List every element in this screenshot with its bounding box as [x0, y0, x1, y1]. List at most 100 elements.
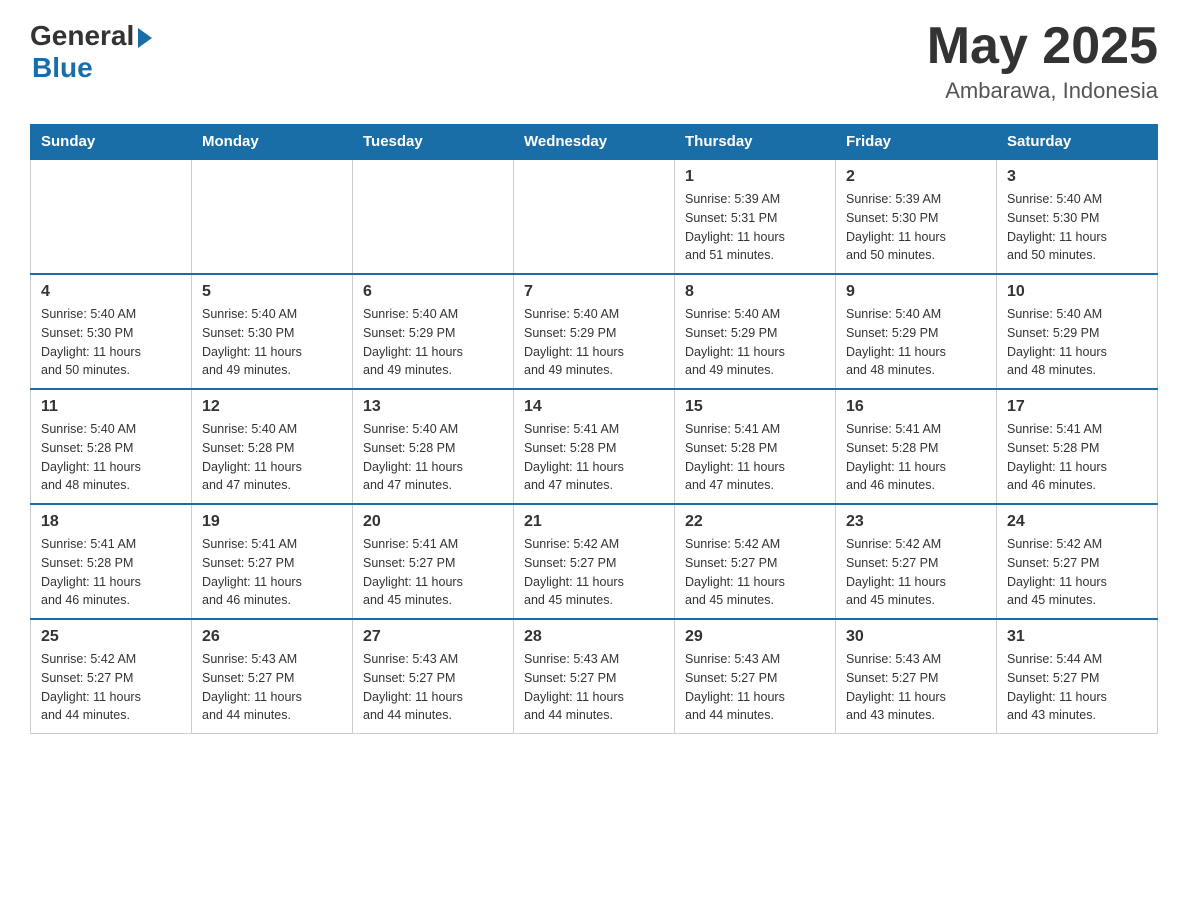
day-info: Sunrise: 5:44 AMSunset: 5:27 PMDaylight:…: [1007, 650, 1147, 725]
day-info: Sunrise: 5:43 AMSunset: 5:27 PMDaylight:…: [363, 650, 503, 725]
day-info: Sunrise: 5:43 AMSunset: 5:27 PMDaylight:…: [685, 650, 825, 725]
day-number: 9: [846, 283, 986, 301]
calendar-cell: 12 Sunrise: 5:40 AMSunset: 5:28 PMDayligh…: [192, 389, 353, 504]
column-header-friday: Friday: [836, 125, 997, 160]
column-header-tuesday: Tuesday: [353, 125, 514, 160]
day-number: 21: [524, 513, 664, 531]
day-number: 15: [685, 398, 825, 416]
week-row-3: 11 Sunrise: 5:40 AMSunset: 5:28 PMDayligh…: [31, 389, 1158, 504]
calendar-cell: 18Sunrise: 5:41 AMSunset: 5:28 PMDayligh…: [31, 504, 192, 619]
day-number: 23: [846, 513, 986, 531]
calendar-cell: 4 Sunrise: 5:40 AMSunset: 5:30 PMDaylight…: [31, 274, 192, 389]
day-number: 24: [1007, 513, 1147, 531]
day-info: Sunrise: 5:41 AMSunset: 5:28 PMDaylight:…: [41, 535, 181, 610]
calendar-cell: [353, 159, 514, 274]
calendar-cell: 11 Sunrise: 5:40 AMSunset: 5:28 PMDayligh…: [31, 389, 192, 504]
day-number: 8: [685, 283, 825, 301]
day-number: 2: [846, 168, 986, 186]
day-number: 25: [41, 628, 181, 646]
week-row-1: 1Sunrise: 5:39 AMSunset: 5:31 PMDaylight…: [31, 159, 1158, 274]
calendar-cell: 14 Sunrise: 5:41 AMSunset: 5:28 PMDayligh…: [514, 389, 675, 504]
day-info: Sunrise: 5:42 AMSunset: 5:27 PMDaylight:…: [524, 535, 664, 610]
calendar-cell: 19 Sunrise: 5:41 AMSunset: 5:27 PMDayligh…: [192, 504, 353, 619]
calendar-cell: 27Sunrise: 5:43 AMSunset: 5:27 PMDayligh…: [353, 619, 514, 734]
calendar-cell: [31, 159, 192, 274]
week-row-4: 18Sunrise: 5:41 AMSunset: 5:28 PMDayligh…: [31, 504, 1158, 619]
week-row-2: 4 Sunrise: 5:40 AMSunset: 5:30 PMDaylight…: [31, 274, 1158, 389]
day-number: 22: [685, 513, 825, 531]
calendar-cell: 22Sunrise: 5:42 AMSunset: 5:27 PMDayligh…: [675, 504, 836, 619]
day-info: Sunrise: 5:41 AMSunset: 5:27 PMDaylight:…: [363, 535, 503, 610]
day-info: Sunrise: 5:42 AMSunset: 5:27 PMDaylight:…: [41, 650, 181, 725]
calendar-cell: [192, 159, 353, 274]
day-number: 29: [685, 628, 825, 646]
month-title: May 2025: [927, 20, 1158, 72]
calendar-cell: 13 Sunrise: 5:40 AMSunset: 5:28 PMDayligh…: [353, 389, 514, 504]
day-number: 1: [685, 168, 825, 186]
day-number: 30: [846, 628, 986, 646]
calendar-cell: 6Sunrise: 5:40 AMSunset: 5:29 PMDaylight…: [353, 274, 514, 389]
day-number: 26: [202, 628, 342, 646]
day-number: 12: [202, 398, 342, 416]
calendar-cell: 31 Sunrise: 5:44 AMSunset: 5:27 PMDayligh…: [997, 619, 1158, 734]
day-info: Sunrise: 5:40 AMSunset: 5:30 PMDaylight:…: [41, 305, 181, 380]
day-info: Sunrise: 5:40 AMSunset: 5:29 PMDaylight:…: [1007, 305, 1147, 380]
day-number: 10: [1007, 283, 1147, 301]
calendar-cell: 15 Sunrise: 5:41 AMSunset: 5:28 PMDayligh…: [675, 389, 836, 504]
day-info: Sunrise: 5:40 AMSunset: 5:28 PMDaylight:…: [363, 420, 503, 495]
calendar-cell: 5Sunrise: 5:40 AMSunset: 5:30 PMDaylight…: [192, 274, 353, 389]
day-info: Sunrise: 5:40 AMSunset: 5:29 PMDaylight:…: [524, 305, 664, 380]
day-number: 4: [41, 283, 181, 301]
day-number: 28: [524, 628, 664, 646]
day-info: Sunrise: 5:41 AMSunset: 5:28 PMDaylight:…: [524, 420, 664, 495]
day-info: Sunrise: 5:43 AMSunset: 5:27 PMDaylight:…: [202, 650, 342, 725]
calendar-cell: 9 Sunrise: 5:40 AMSunset: 5:29 PMDaylight…: [836, 274, 997, 389]
calendar-cell: 29 Sunrise: 5:43 AMSunset: 5:27 PMDayligh…: [675, 619, 836, 734]
day-number: 13: [363, 398, 503, 416]
day-number: 19: [202, 513, 342, 531]
day-info: Sunrise: 5:40 AMSunset: 5:29 PMDaylight:…: [846, 305, 986, 380]
day-info: Sunrise: 5:41 AMSunset: 5:28 PMDaylight:…: [1007, 420, 1147, 495]
column-header-saturday: Saturday: [997, 125, 1158, 160]
day-number: 31: [1007, 628, 1147, 646]
calendar-cell: 3 Sunrise: 5:40 AMSunset: 5:30 PMDaylight…: [997, 159, 1158, 274]
calendar-cell: 24 Sunrise: 5:42 AMSunset: 5:27 PMDayligh…: [997, 504, 1158, 619]
day-info: Sunrise: 5:40 AMSunset: 5:28 PMDaylight:…: [202, 420, 342, 495]
day-number: 17: [1007, 398, 1147, 416]
day-number: 6: [363, 283, 503, 301]
week-row-5: 25 Sunrise: 5:42 AMSunset: 5:27 PMDayligh…: [31, 619, 1158, 734]
column-header-sunday: Sunday: [31, 125, 192, 160]
day-info: Sunrise: 5:39 AMSunset: 5:30 PMDaylight:…: [846, 190, 986, 265]
calendar-cell: 28 Sunrise: 5:43 AMSunset: 5:27 PMDayligh…: [514, 619, 675, 734]
day-info: Sunrise: 5:42 AMSunset: 5:27 PMDaylight:…: [1007, 535, 1147, 610]
day-info: Sunrise: 5:40 AMSunset: 5:30 PMDaylight:…: [202, 305, 342, 380]
title-block: May 2025 Ambarawa, Indonesia: [927, 20, 1158, 104]
day-number: 11: [41, 398, 181, 416]
day-info: Sunrise: 5:41 AMSunset: 5:28 PMDaylight:…: [846, 420, 986, 495]
day-number: 14: [524, 398, 664, 416]
calendar-cell: 30Sunrise: 5:43 AMSunset: 5:27 PMDayligh…: [836, 619, 997, 734]
column-header-monday: Monday: [192, 125, 353, 160]
calendar-table: SundayMondayTuesdayWednesdayThursdayFrid…: [30, 124, 1158, 734]
calendar-cell: 26 Sunrise: 5:43 AMSunset: 5:27 PMDayligh…: [192, 619, 353, 734]
calendar-cell: 17 Sunrise: 5:41 AMSunset: 5:28 PMDayligh…: [997, 389, 1158, 504]
calendar-cell: 25 Sunrise: 5:42 AMSunset: 5:27 PMDayligh…: [31, 619, 192, 734]
calendar-cell: 21 Sunrise: 5:42 AMSunset: 5:27 PMDayligh…: [514, 504, 675, 619]
day-number: 3: [1007, 168, 1147, 186]
day-info: Sunrise: 5:41 AMSunset: 5:27 PMDaylight:…: [202, 535, 342, 610]
calendar-header-row: SundayMondayTuesdayWednesdayThursdayFrid…: [31, 125, 1158, 160]
calendar-cell: 10 Sunrise: 5:40 AMSunset: 5:29 PMDayligh…: [997, 274, 1158, 389]
calendar-cell: 1Sunrise: 5:39 AMSunset: 5:31 PMDaylight…: [675, 159, 836, 274]
day-info: Sunrise: 5:40 AMSunset: 5:28 PMDaylight:…: [41, 420, 181, 495]
location-text: Ambarawa, Indonesia: [927, 78, 1158, 104]
column-header-wednesday: Wednesday: [514, 125, 675, 160]
calendar-cell: [514, 159, 675, 274]
day-info: Sunrise: 5:41 AMSunset: 5:28 PMDaylight:…: [685, 420, 825, 495]
logo: General Blue: [30, 20, 152, 84]
calendar-cell: 20 Sunrise: 5:41 AMSunset: 5:27 PMDayligh…: [353, 504, 514, 619]
day-info: Sunrise: 5:43 AMSunset: 5:27 PMDaylight:…: [524, 650, 664, 725]
day-number: 20: [363, 513, 503, 531]
calendar-cell: 23Sunrise: 5:42 AMSunset: 5:27 PMDayligh…: [836, 504, 997, 619]
day-info: Sunrise: 5:40 AMSunset: 5:30 PMDaylight:…: [1007, 190, 1147, 265]
day-info: Sunrise: 5:40 AMSunset: 5:29 PMDaylight:…: [685, 305, 825, 380]
